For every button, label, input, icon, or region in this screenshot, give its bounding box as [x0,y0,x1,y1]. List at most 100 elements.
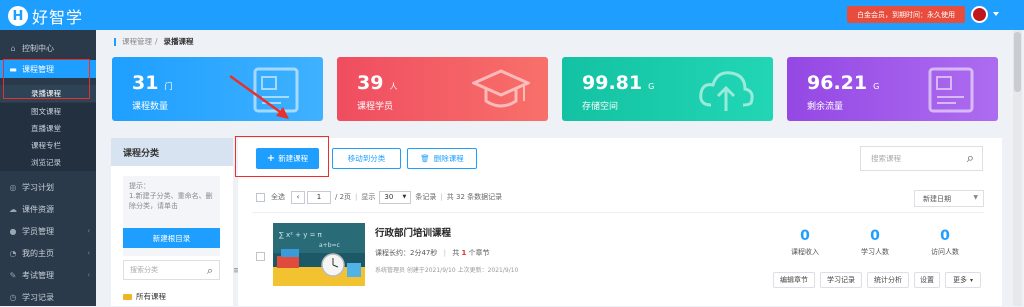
category-all-courses[interactable]: 所有课程 [123,291,166,302]
prev-page-button[interactable]: ‹ [291,190,305,204]
stat-label: 课程学员 [357,102,394,112]
stat-label: 存储空间 [582,102,619,112]
metric-visitors: 0 访问人数 [915,228,975,257]
breadcrumb-mark [114,37,116,46]
settings-button[interactable]: 设置 [914,272,940,288]
sidebar-item-label: 学员管理 [22,226,54,236]
search-icon[interactable]: ⌕ [967,151,974,166]
scrollbar-thumb[interactable] [1014,32,1021,92]
divider: | [355,193,358,201]
edit-chapters-button[interactable]: 编辑章节 [773,272,815,288]
document-icon [928,67,974,113]
select-all-checkbox[interactable] [256,192,265,202]
sidebar-item-homepage[interactable]: ◔ 我的主页 ‹ [0,243,96,263]
category-panel: 课程分类 提示： 1.新建子分类、重命名、删除分类，请单击 新建根目录 搜索分类… [111,138,233,306]
stat-value: 39 人 [357,72,397,94]
metric-learners: 0 学习人数 [845,228,905,257]
cloud-upload-icon [699,71,754,111]
stat-card-students: 39 人 课程学员 [337,57,548,121]
course-sys-info: 系统管理员 创建于2021/9/10 上次更新：2021/9/10 [375,267,519,274]
home-icon: ⌂ [10,43,16,53]
breadcrumb-separator: / [155,37,158,46]
app-logo[interactable]: H 好智学 [8,4,83,28]
rss-icon: ◔ [9,248,17,258]
sidebar-item-label: 学习计划 [22,182,54,192]
sidebar-subitem-history[interactable]: 浏览记录 [0,154,96,171]
vip-status-badge[interactable]: 白金会员，到期时间：永久使用 [847,6,965,23]
top-bar: H 好智学 白金会员，到期时间：永久使用 [0,0,1024,30]
sort-select[interactable]: 新建日期 ▼ [914,190,984,207]
page-size-value: 30 [384,193,394,201]
page-number-input[interactable]: 1 [307,190,331,204]
category-search-input[interactable]: 搜索分类 ⌕ [123,260,220,280]
select-all-label: 全选 [271,193,285,201]
sidebar-item-dashboard[interactable]: ⌂ 控制中心 [0,38,96,58]
stat-number: 96.21 [807,72,868,94]
tip-text: 提示： 1.新建子分类、重命名、删除分类，请单击 [129,182,213,210]
delete-course-button[interactable]: 🗑 删除课程 [407,148,477,169]
sidebar-item-exams[interactable]: ✎ 考试管理 ‹ [0,265,96,285]
sidebar-item-label: 课件资源 [22,204,54,214]
svg-text:a+b=c: a+b=c [319,242,340,249]
folder-icon [123,293,132,300]
stat-unit: G [873,82,880,91]
duration-value: 2分47秒 [410,249,438,257]
avatar[interactable] [971,6,988,23]
chevron-down-icon[interactable] [993,12,999,16]
stat-label: 课程数量 [132,102,169,112]
course-row-checkbox[interactable] [256,252,265,261]
breadcrumb-current: 录播课程 [163,37,194,46]
divider: | [440,193,443,201]
sidebar-item-label: 考试管理 [22,270,54,280]
chevron-down-icon: ▾ [969,276,973,284]
total-pages: / 2页 [335,193,352,201]
clock-icon: ◷ [9,292,17,302]
search-icon[interactable]: ⌕ [207,264,213,278]
divider: | [443,249,446,257]
chevron-down-icon: ▼ [402,194,407,200]
stat-number: 31 [132,72,159,94]
chevron-down-icon: ▼ [973,194,978,201]
sidebar-item-students[interactable]: ● 学员管理 ‹ [0,221,96,241]
app-name: 好智学 [32,8,84,27]
sidebar-subitem-column[interactable]: 课程专栏 [0,137,96,154]
study-records-button[interactable]: 学习记录 [820,272,862,288]
svg-text:∑ x² + y = π: ∑ x² + y = π [279,231,323,239]
edit-icon: ✎ [9,270,17,280]
sidebar-subitem-graphic[interactable]: 图文课程 [0,103,96,120]
sidebar-item-resources[interactable]: ☁ 课件资源 [0,199,96,219]
sidebar-subitem-live[interactable]: 直播课堂 [0,120,96,137]
duration-label: 课程长约： [375,249,410,257]
certificate-icon [253,67,299,113]
per-page-label: 条记录 [415,193,437,201]
sidebar-item-label: 控制中心 [22,43,54,53]
user-icon: ● [9,226,17,236]
sidebar-item-study-plan[interactable]: ◎ 学习计划 [0,177,96,197]
chevron-left-icon: ‹ [87,249,90,257]
graduation-cap-icon [472,69,530,108]
compass-icon: ◎ [9,182,17,192]
row-divider [252,212,984,213]
sidebar-item-records[interactable]: ◷ 学习记录 [0,287,96,307]
breadcrumb-parent[interactable]: 课程管理 [122,36,152,47]
statistics-button[interactable]: 统计分析 [867,272,909,288]
move-to-category-button[interactable]: 移动到分类 [332,148,401,169]
category-label: 所有课程 [136,292,166,301]
course-thumbnail-image: ∑ x² + y = π a+b=c [273,223,365,286]
metric-value: 0 [940,228,950,244]
course-thumbnail[interactable]: ∑ x² + y = π a+b=c [273,223,365,286]
stat-label: 剩余流量 [807,102,844,112]
course-title[interactable]: 行政部门培训课程 [375,225,451,239]
total-records: 共 32 条数据记录 [446,193,503,201]
page-size-select[interactable]: 30 ▼ [379,190,412,204]
category-search-placeholder: 搜索分类 [130,266,158,274]
course-search-input[interactable]: 搜索课程 ⌕ [860,146,983,171]
delete-course-label: 删除课程 [433,154,464,163]
more-button[interactable]: 更多 ▾ [945,272,981,288]
course-meta: 课程长约：2分47秒 | 共 1 个章节 [375,248,490,258]
page-scrollbar[interactable] [1013,30,1022,306]
chapters-prefix: 共 [452,249,460,257]
new-root-dir-button[interactable]: 新建根目录 [123,228,220,248]
chapters-count: 1 [461,249,467,257]
breadcrumb: 课程管理 / 录播课程 [114,36,194,47]
